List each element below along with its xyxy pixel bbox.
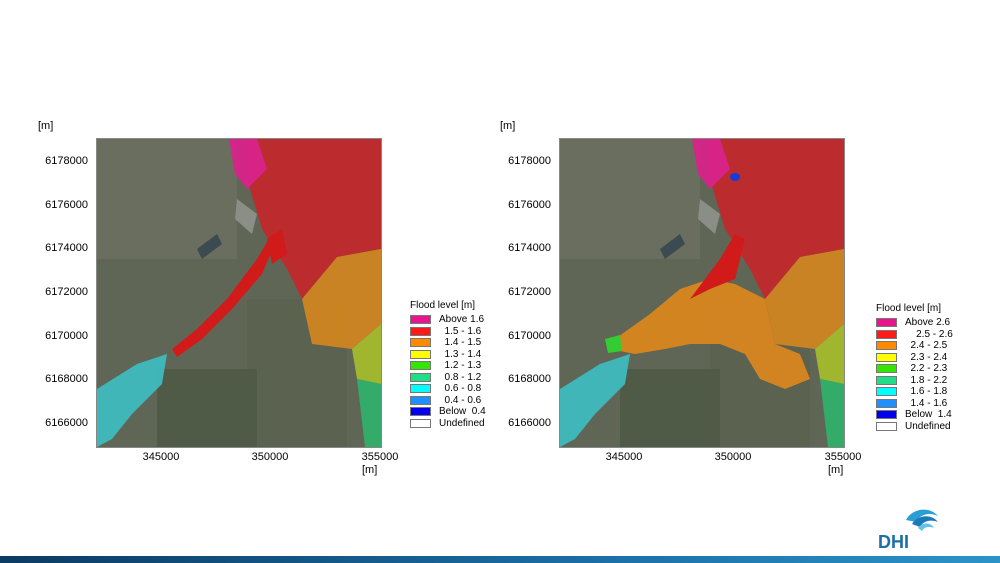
legend-swatch [876,318,897,328]
legend-item: 2.2 - 2.3 [876,363,953,375]
legend-swatch [876,387,897,397]
legend-item: Undefined [876,421,953,433]
dhi-logo-text: DHI [878,532,909,552]
legend-label: 1.4 - 1.6 [905,397,948,409]
legend-right: Flood level [m] Above 2.6 2.5 - 2.6 2.4 … [876,303,953,432]
legend-title: Flood level [m] [876,303,942,314]
legend-label: 2.3 - 2.4 [905,351,948,363]
y-tick: 6178000 [508,155,551,167]
right-map-panel: [m] 6178000 6176000 6174000 6172000 6170… [0,0,1000,563]
legend-item: 2.5 - 2.6 [876,329,953,341]
legend-swatch [876,421,897,431]
y-tick: 6172000 [508,286,551,298]
flood-map-right [559,138,845,448]
x-tick: 345000 [605,451,643,463]
legend-label: Undefined [905,420,951,432]
y-tick: 6176000 [508,199,551,211]
legend-item: 1.6 - 1.8 [876,386,953,398]
dhi-logo: DHI [876,506,946,552]
x-tick: 350000 [714,451,752,463]
x-tick: 355000 [824,451,862,463]
legend-item: 1.8 - 2.2 [876,375,953,387]
y-tick: 6166000 [508,417,551,429]
y-tick: 6168000 [508,373,551,385]
footer-bar [0,556,1000,563]
legend-label: 1.8 - 2.2 [905,374,948,386]
x-unit-label: [m] [828,464,844,476]
legend-swatch [876,352,897,362]
legend-swatch [876,375,897,385]
legend-swatch [876,329,897,339]
legend-label: 2.5 - 2.6 [905,328,953,340]
legend-label: Above 2.6 [905,317,951,329]
legend-item: 2.4 - 2.5 [876,340,953,352]
legend-swatch [876,341,897,351]
legend-item: 1.4 - 1.6 [876,398,953,410]
legend-swatch [876,364,897,374]
legend-label: 2.4 - 2.5 [905,340,948,352]
legend-label: Below 1.4 [905,409,952,421]
legend-label: 2.2 - 2.3 [905,363,948,375]
legend-item: Below 1.4 [876,409,953,421]
y-unit-label: [m] [500,120,516,132]
legend-label: 1.6 - 1.8 [905,386,948,398]
legend-swatch [876,398,897,408]
y-tick: 6174000 [508,242,551,254]
legend-item: Above 2.6 [876,317,953,329]
y-tick: 6170000 [508,330,551,342]
legend-swatch [876,410,897,420]
legend-item: 2.3 - 2.4 [876,352,953,364]
